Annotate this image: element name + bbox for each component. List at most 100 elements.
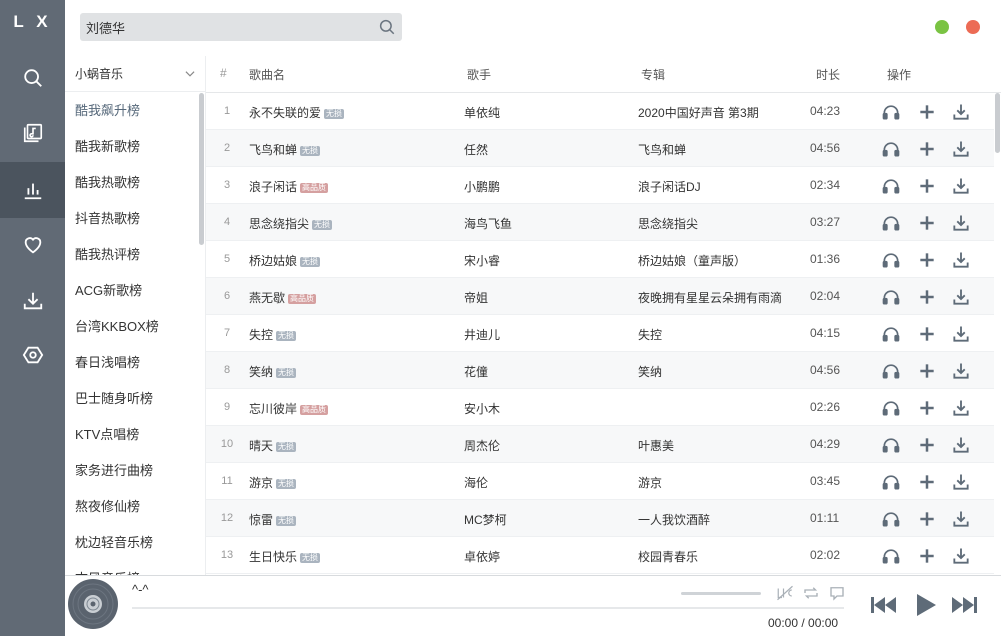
close-button[interactable]: [966, 20, 980, 34]
download-icon[interactable]: [951, 139, 971, 159]
table-row[interactable]: 8 笑纳 无损 花僮 笑纳 04:56: [206, 352, 994, 389]
song-table-scrollbar[interactable]: [995, 93, 1000, 153]
plus-icon[interactable]: [917, 250, 937, 270]
headphones-icon[interactable]: [881, 398, 901, 418]
board-item[interactable]: 酷我新歌榜: [65, 129, 205, 165]
nav-song-list[interactable]: [0, 111, 65, 155]
download-icon[interactable]: [951, 287, 971, 307]
headphones-icon[interactable]: [881, 435, 901, 455]
headphones-icon[interactable]: [881, 213, 901, 233]
nav-search[interactable]: [0, 56, 65, 100]
plus-icon[interactable]: [917, 398, 937, 418]
headphones-icon[interactable]: [881, 546, 901, 566]
board-item[interactable]: 酷我热评榜: [65, 237, 205, 273]
headphones-icon[interactable]: [881, 324, 901, 344]
album-cover-icon[interactable]: [67, 578, 119, 630]
plus-icon[interactable]: [917, 139, 937, 159]
table-row[interactable]: 10 晴天 无损 周杰伦 叶惠美 04:29: [206, 426, 994, 463]
board-item[interactable]: 巴士随身听榜: [65, 381, 205, 417]
nav-favorites[interactable]: [0, 223, 65, 267]
headphones-icon[interactable]: [881, 509, 901, 529]
nav-leaderboard[interactable]: [0, 162, 65, 218]
next-icon[interactable]: [950, 590, 980, 620]
board-item[interactable]: 酷我飙升榜: [65, 93, 205, 129]
table-row[interactable]: 9 忘川彼岸 高品质 安小木 02:26: [206, 389, 994, 426]
download-icon[interactable]: [951, 472, 971, 492]
table-row[interactable]: 5 桥边姑娘 无损 宋小睿 桥边姑娘（童声版） 01:36: [206, 241, 994, 278]
board-item[interactable]: 家务进行曲榜: [65, 453, 205, 489]
download-icon[interactable]: [951, 546, 971, 566]
search-icon[interactable]: [378, 18, 396, 36]
album: 笑纳: [638, 365, 663, 379]
download-icon[interactable]: [951, 250, 971, 270]
plus-icon[interactable]: [917, 435, 937, 455]
plus-icon[interactable]: [917, 287, 937, 307]
headphones-icon[interactable]: [881, 361, 901, 381]
source-select[interactable]: 小蜗音乐: [65, 56, 205, 92]
plus-icon[interactable]: [917, 176, 937, 196]
board-item[interactable]: 枕边轻音乐榜: [65, 525, 205, 561]
headphones-icon[interactable]: [881, 472, 901, 492]
header-duration: 时长: [816, 68, 841, 82]
table-row[interactable]: 11 游京 无损 海伦 游京 03:45: [206, 463, 994, 500]
plus-icon[interactable]: [917, 213, 937, 233]
plus-icon[interactable]: [917, 509, 937, 529]
song-name-cell: 永不失联的爱 无损: [249, 104, 449, 121]
download-icon[interactable]: [951, 324, 971, 344]
search-input[interactable]: [86, 13, 366, 41]
plus-icon[interactable]: [917, 546, 937, 566]
board-item[interactable]: ACG新歌榜: [65, 273, 205, 309]
album: 夜晚拥有星星云朵拥有雨滴: [638, 291, 783, 305]
quality-badge: 无损: [276, 479, 297, 489]
table-row[interactable]: 2 飞鸟和蝉 无损 任然 飞鸟和蝉 04:56: [206, 130, 994, 167]
table-row[interactable]: 12 惊雷 无损 MC梦柯 一人我饮酒醉 01:11: [206, 500, 994, 537]
repeat-icon[interactable]: [802, 584, 820, 602]
table-row[interactable]: 1 永不失联的爱 无损 单依纯 2020中国好声音 第3期 04:23: [206, 93, 994, 130]
previous-icon[interactable]: [868, 590, 898, 620]
table-row[interactable]: 13 生日快乐 无损 卓依婷 校园青春乐 02:02: [206, 537, 994, 574]
table-row[interactable]: 3 浪子闲话 高品质 小鹏鹏 浪子闲话DJ 02:34: [206, 167, 994, 204]
download-icon[interactable]: [951, 361, 971, 381]
headphones-icon[interactable]: [881, 139, 901, 159]
download-icon[interactable]: [951, 435, 971, 455]
board-item[interactable]: 酷我热歌榜: [65, 165, 205, 201]
board-item[interactable]: 台湾KKBOX榜: [65, 309, 205, 345]
download-icon[interactable]: [951, 509, 971, 529]
play-icon[interactable]: [910, 590, 940, 620]
download-icon[interactable]: [951, 102, 971, 122]
table-row[interactable]: 7 失控 无损 井迪儿 失控 04:15: [206, 315, 994, 352]
table-row[interactable]: 6 燕无歇 高品质 帝姐 夜晚拥有星星云朵拥有雨滴 02:04: [206, 278, 994, 315]
board-item[interactable]: 抖音热歌榜: [65, 201, 205, 237]
progress-bar[interactable]: [132, 607, 844, 609]
nav-downloads[interactable]: [0, 279, 65, 323]
headphones-icon[interactable]: [881, 250, 901, 270]
board-item[interactable]: 古风音乐榜: [65, 561, 205, 575]
download-icon[interactable]: [951, 176, 971, 196]
heart-icon: [24, 237, 41, 254]
board-item[interactable]: 春日浅唱榜: [65, 345, 205, 381]
quality-badge: 无损: [276, 368, 297, 378]
quality-badge: 高品质: [288, 294, 317, 304]
plus-icon[interactable]: [917, 324, 937, 344]
download-icon[interactable]: [951, 213, 971, 233]
headphones-icon[interactable]: [881, 287, 901, 307]
headphones-icon[interactable]: [881, 102, 901, 122]
lyrics-icon[interactable]: [776, 584, 794, 602]
song-name-cell: 浪子闲话 高品质: [249, 178, 449, 195]
headphones-icon[interactable]: [881, 176, 901, 196]
plus-icon[interactable]: [917, 361, 937, 381]
row-number: 5: [223, 253, 231, 265]
board-item[interactable]: KTV点唱榜: [65, 417, 205, 453]
leaderboard-scrollbar[interactable]: [199, 93, 204, 245]
music-library-icon: [23, 123, 42, 143]
board-item[interactable]: 熬夜修仙榜: [65, 489, 205, 525]
download-icon[interactable]: [951, 398, 971, 418]
plus-icon[interactable]: [917, 472, 937, 492]
plus-icon[interactable]: [917, 102, 937, 122]
volume-slider[interactable]: [681, 592, 761, 595]
nav-settings[interactable]: [0, 333, 65, 377]
row-number: 3: [223, 179, 231, 191]
table-row[interactable]: 4 思念绕指尖 无损 海鸟飞鱼 思念绕指尖 03:27: [206, 204, 994, 241]
comment-icon[interactable]: [828, 584, 846, 602]
minimize-button[interactable]: [935, 20, 949, 34]
